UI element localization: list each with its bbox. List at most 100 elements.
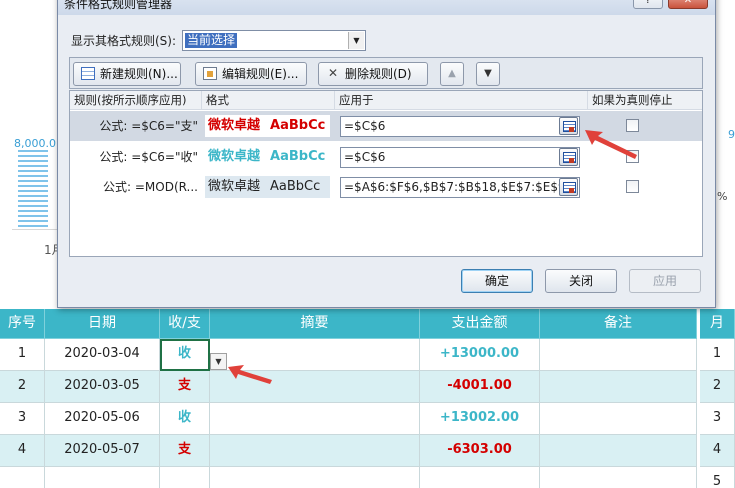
help-button[interactable]: ? (633, 0, 663, 9)
cell-type[interactable] (160, 467, 210, 488)
cell-summary[interactable] (210, 467, 420, 488)
cell-no[interactable]: 2 (0, 371, 45, 403)
column-rule: 规则(按所示顺序应用) (70, 91, 202, 110)
header-no[interactable]: 序号 (0, 309, 45, 339)
dialog-titlebar[interactable]: 条件格式规则管理器 ? ✕ (58, 0, 715, 15)
ok-button[interactable]: 确定 (461, 269, 533, 293)
format-preview-cn: 微软卓越 (208, 179, 261, 194)
chevron-down-icon[interactable]: ▼ (348, 32, 364, 49)
apply-button[interactable]: 应用 (629, 269, 701, 293)
cell-date[interactable]: 2020-03-05 (45, 371, 160, 403)
table-row: 3 2020-05-06 收 +13002.00 3 (0, 403, 735, 435)
dropdown-arrow-icon[interactable]: ▼ (210, 353, 227, 370)
chart-left-value: 8,000.0 (14, 137, 56, 150)
cell-amount[interactable]: -6303.00 (420, 435, 540, 467)
cell-amount[interactable]: -4001.00 (420, 371, 540, 403)
cell-month[interactable]: 3 (700, 403, 735, 435)
format-preview-en: AaBbCc (270, 118, 326, 133)
rules-header: 规则(按所示顺序应用) 格式 应用于 如果为真则停止 (70, 91, 702, 110)
cell-no[interactable]: 3 (0, 403, 45, 435)
cell-month[interactable]: 1 (700, 339, 735, 371)
header-date[interactable]: 日期 (45, 309, 160, 339)
header-amount[interactable]: 支出金额 (420, 309, 540, 339)
rule-row[interactable]: 公式: =MOD(R... 微软卓越 AaBbCc =$A$6:$F$6,$B$7… (70, 172, 702, 202)
dialog-title: 条件格式规则管理器 (64, 0, 173, 11)
rule-applies-to-input[interactable]: =$C$6 (340, 147, 580, 168)
header-summary[interactable]: 摘要 (210, 309, 420, 339)
header-month[interactable]: 月 (700, 309, 735, 339)
cell-amount[interactable] (420, 467, 540, 488)
edit-rule-icon (203, 67, 217, 80)
table-row: 5 (0, 467, 735, 488)
annotation-arrow (585, 130, 637, 159)
rule-formula: 公式: =$C6="收" (99, 150, 198, 164)
cell-month[interactable]: 2 (700, 371, 735, 403)
column-applies-to: 应用于 (335, 91, 588, 110)
cell-type[interactable]: 收 (160, 403, 210, 435)
column-format: 格式 (202, 91, 335, 110)
range-picker-icon[interactable] (559, 148, 578, 166)
cell-amount[interactable]: +13002.00 (420, 403, 540, 435)
cell-date[interactable]: 2020-05-07 (45, 435, 160, 467)
header-note[interactable]: 备注 (540, 309, 697, 339)
cell-no[interactable]: 4 (0, 435, 45, 467)
cell-date[interactable] (45, 467, 160, 488)
cell-type-selected[interactable]: 收 (160, 339, 210, 371)
cell-note[interactable] (540, 371, 697, 403)
edit-rule-button[interactable]: 编辑规则(E)... (195, 62, 307, 86)
chart-bar (18, 150, 48, 230)
close-icon[interactable]: ✕ (668, 0, 708, 9)
stop-if-true-checkbox[interactable] (626, 180, 639, 193)
cell-month[interactable]: 4 (700, 435, 735, 467)
rule-formula: 公式: =$C6="支" (99, 119, 198, 133)
rule-format-preview: 微软卓越 AaBbCc (205, 146, 330, 168)
cell-date[interactable]: 2020-03-04 (45, 339, 160, 371)
cell-no[interactable] (0, 467, 45, 488)
rule-applies-to-input[interactable]: =$C$6 (340, 116, 580, 137)
table-row: 4 2020-05-07 支 -6303.00 4 (0, 435, 735, 467)
cell-note[interactable] (540, 435, 697, 467)
new-rule-icon (81, 67, 95, 80)
chart-right-pct: % (717, 190, 728, 203)
close-button[interactable]: 关闭 (545, 269, 617, 293)
cell-type[interactable]: 支 (160, 435, 210, 467)
move-down-button[interactable]: ▼ (476, 62, 500, 86)
cell-note[interactable] (540, 403, 697, 435)
chart-right-value: 9 (728, 128, 735, 141)
header-type[interactable]: 收/支 (160, 309, 210, 339)
annotation-arrow (228, 365, 272, 384)
format-preview-en: AaBbCc (270, 149, 326, 164)
cell-note[interactable] (540, 467, 697, 488)
table-row: 2 2020-03-05 支 -4001.00 2 (0, 371, 735, 403)
cell-summary[interactable] (210, 435, 420, 467)
format-preview-en: AaBbCc (270, 179, 321, 194)
rule-applies-to-input[interactable]: =$A$6:$F$6,$B$7:$B$18,$E$7:$E$9 (340, 177, 580, 198)
new-rule-button[interactable]: 新建规则(N)... (73, 62, 181, 86)
cell-type[interactable]: 支 (160, 371, 210, 403)
rule-formula: 公式: =MOD(R... (103, 180, 198, 194)
format-preview-cn: 微软卓越 (208, 149, 261, 164)
rule-format-preview: 微软卓越 AaBbCc (205, 176, 330, 198)
format-preview-cn: 微软卓越 (208, 118, 261, 133)
cell-amount[interactable]: +13000.00 (420, 339, 540, 371)
new-rule-label: 新建规则(N)... (100, 67, 178, 81)
cell-no[interactable]: 1 (0, 339, 45, 371)
delete-icon: ✕ (327, 66, 339, 80)
column-gap (697, 309, 700, 488)
rules-list: 规则(按所示顺序应用) 格式 应用于 如果为真则停止 公式: =$C6="支" … (69, 90, 703, 257)
show-rules-select[interactable]: 当前选择 ▼ (182, 30, 366, 51)
move-up-button[interactable]: ▲ (440, 62, 464, 86)
cell-note[interactable] (540, 339, 697, 371)
show-rules-value: 当前选择 (185, 33, 238, 48)
cell-month[interactable]: 5 (700, 467, 735, 488)
rules-toolbar: 新建规则(N)... 编辑规则(E)... ✕ 删除规则(D) ▲ ▼ (69, 57, 703, 89)
cell-summary[interactable] (210, 403, 420, 435)
cell-date[interactable]: 2020-05-06 (45, 403, 160, 435)
delete-rule-button[interactable]: ✕ 删除规则(D) (318, 62, 428, 86)
range-picker-icon[interactable] (559, 178, 578, 196)
table-row: 1 2020-03-04 收 +13000.00 1 (0, 339, 735, 371)
rule-format-preview: 微软卓越 AaBbCc (205, 115, 330, 137)
column-stop-if-true: 如果为真则停止 (592, 93, 673, 107)
range-picker-icon[interactable] (559, 117, 578, 135)
edit-rule-label: 编辑规则(E)... (222, 67, 299, 81)
